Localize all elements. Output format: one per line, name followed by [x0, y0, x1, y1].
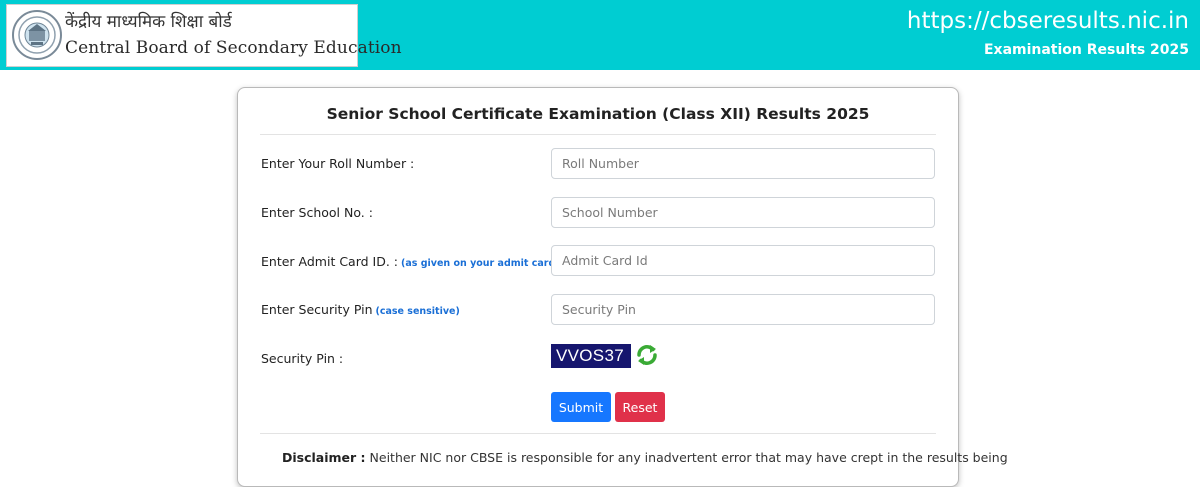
admit-card-input[interactable] [551, 245, 935, 276]
logo-english-text: Central Board of Secondary Education [65, 38, 402, 58]
disclaimer-heading: Disclaimer : [282, 450, 366, 465]
captcha-label: Security Pin : [261, 351, 343, 366]
captcha-image: VVOS37 [551, 344, 631, 368]
logo-hindi-text: केंद्रीय माध्यमिक शिक्षा बोर्ड [65, 12, 232, 32]
submit-button[interactable]: Submit [551, 392, 611, 422]
disclaimer-divider [260, 433, 936, 434]
results-form-card: Senior School Certificate Examination (C… [237, 87, 1008, 487]
roll-number-label: Enter Your Roll Number : [261, 156, 414, 171]
reset-button[interactable]: Reset [615, 392, 665, 422]
disclaimer: Disclaimer : Neither NIC nor CBSE is res… [282, 450, 1008, 465]
security-pin-label-text: Enter Security Pin [261, 302, 373, 317]
admit-card-label: Enter Admit Card ID. : (as given on your … [261, 254, 560, 269]
form-title: Senior School Certificate Examination (C… [326, 105, 870, 123]
admit-card-hint: (as given on your admit card) [401, 258, 560, 269]
site-url: https://cbseresults.nic.in [906, 8, 1189, 34]
site-header: केंद्रीय माध्यमिक शिक्षा बोर्ड Central B… [0, 0, 1200, 70]
cbse-logo[interactable]: केंद्रीय माध्यमिक शिक्षा बोर्ड Central B… [6, 4, 402, 67]
title-divider [260, 134, 936, 135]
security-pin-hint: (case sensitive) [375, 306, 460, 317]
site-subtitle: Examination Results 2025 [983, 42, 1189, 58]
roll-number-label-text: Enter Your Roll Number : [261, 156, 415, 171]
refresh-captcha-icon[interactable] [634, 342, 660, 368]
disclaimer-text: Neither NIC nor CBSE is responsible for … [369, 450, 1008, 465]
school-number-input[interactable] [551, 197, 935, 228]
security-pin-input-label: Enter Security Pin (case sensitive) [261, 302, 460, 317]
school-number-label-text: Enter School No. : [261, 205, 373, 220]
captcha-label-text: Security Pin : [261, 351, 344, 366]
school-number-label: Enter School No. : [261, 205, 373, 220]
roll-number-input[interactable] [551, 148, 935, 179]
cbse-emblem-icon [12, 10, 62, 60]
admit-card-label-text: Enter Admit Card ID. : [261, 254, 398, 269]
security-pin-input[interactable] [551, 294, 935, 325]
